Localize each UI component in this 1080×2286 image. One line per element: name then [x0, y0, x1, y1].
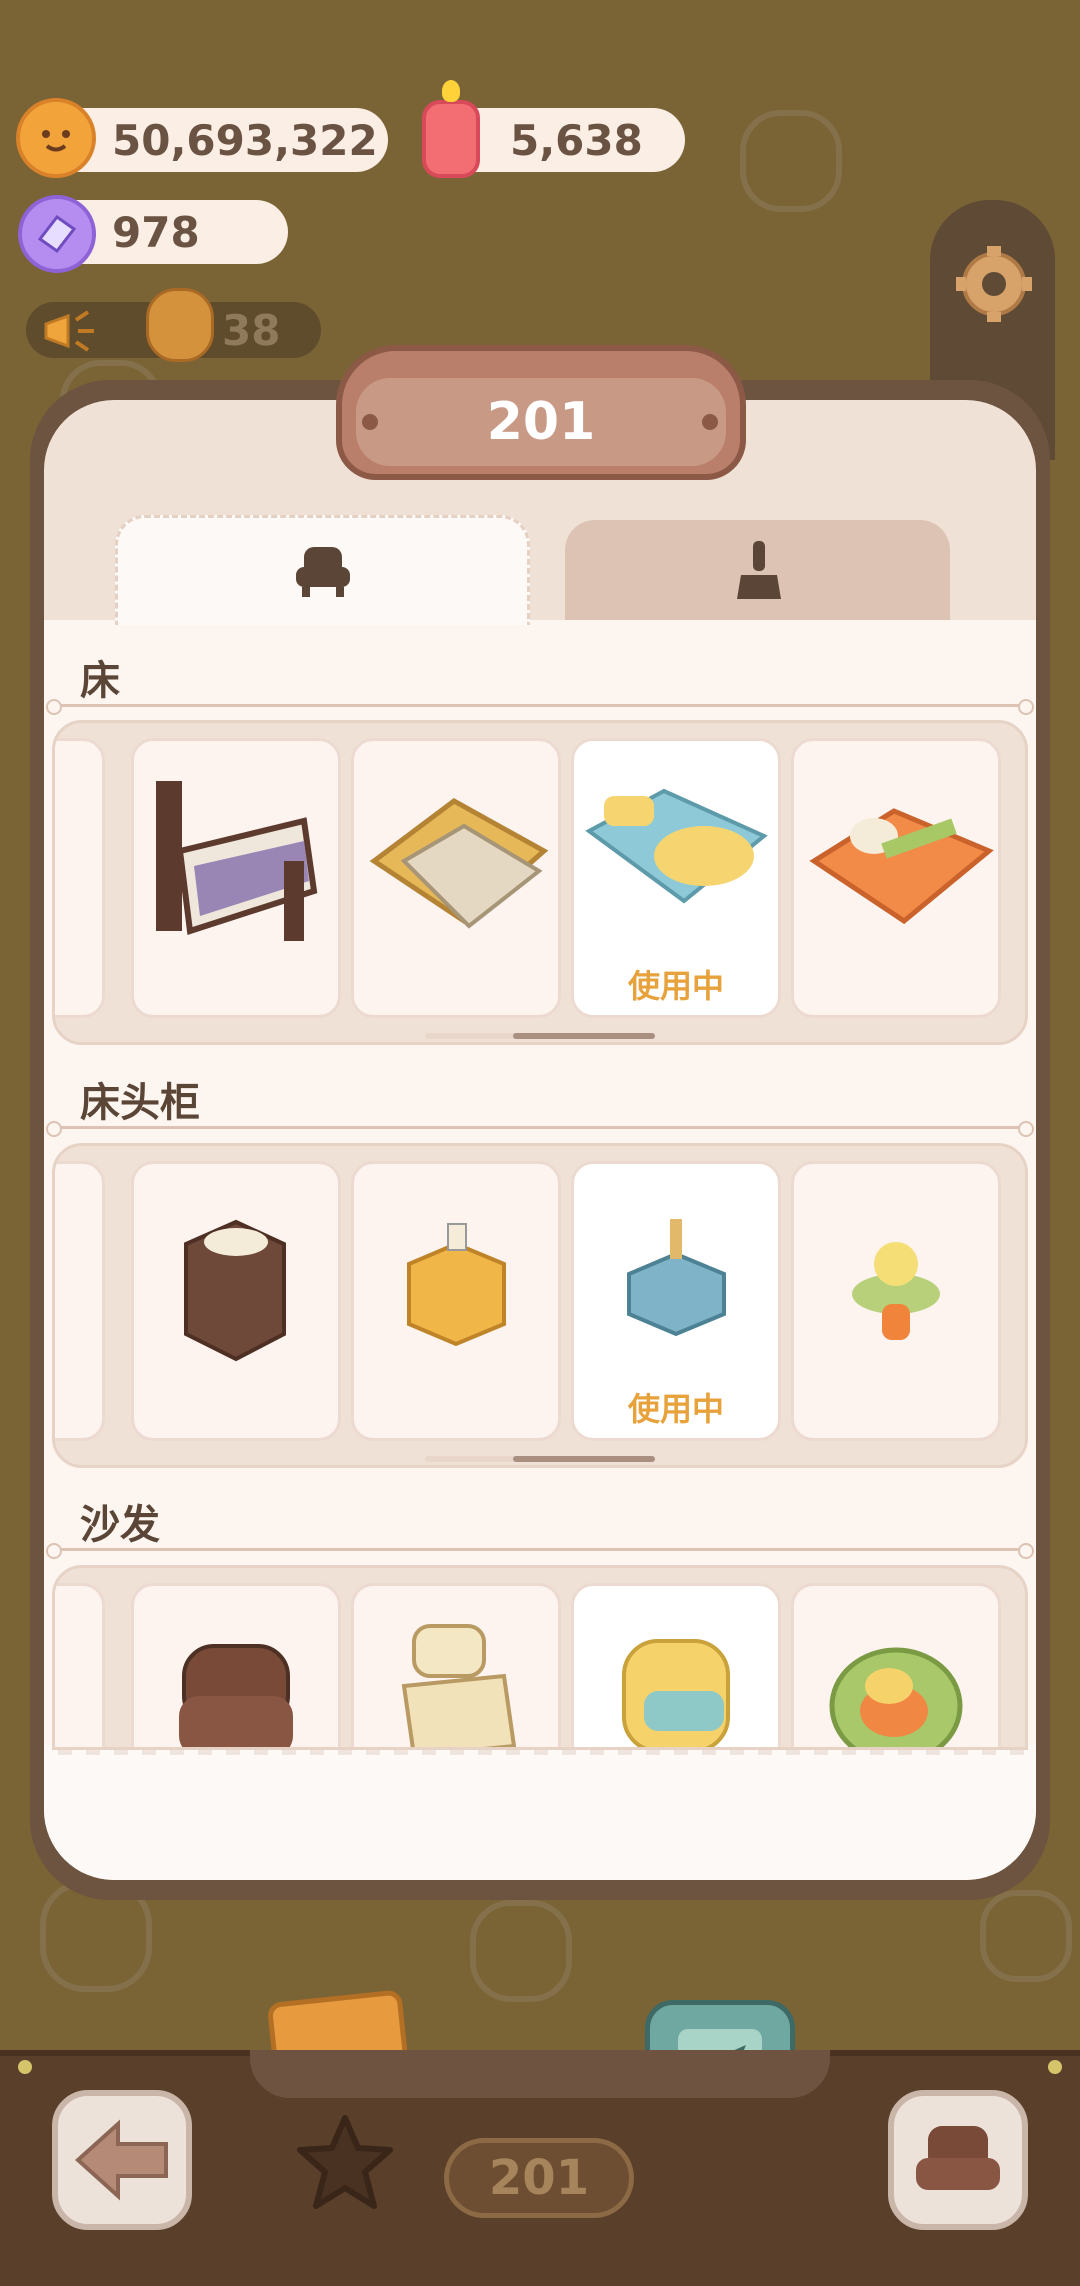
plaque-rivet: [702, 414, 718, 430]
sofa-yellow-icon: [622, 1639, 730, 1747]
in-use-label: 使用中: [627, 1390, 724, 1428]
section-title-nightstand: 床头柜: [80, 1080, 200, 1126]
bottom-bar-rivet: [18, 2060, 32, 2074]
item-slot[interactable]: [571, 1583, 781, 1747]
section-title-sofa: 沙发: [80, 1502, 160, 1548]
sofa-cream-icon: [401, 1624, 517, 1747]
item-row-sofa[interactable]: [52, 1565, 1028, 1750]
item-row-bed[interactable]: 使用中: [52, 720, 1028, 1045]
bed-dark-wood-icon: [156, 781, 318, 941]
notice-count: 38: [222, 306, 281, 355]
item-slot-in-use[interactable]: 使用中: [571, 1161, 781, 1441]
bed-blue-pillows-icon: [585, 788, 768, 904]
notice-bar[interactable]: 38: [26, 288, 321, 362]
bottom-bar-tray: [250, 2050, 830, 2098]
candle-count: 5,638: [510, 115, 643, 165]
armchair-icon: [295, 546, 350, 597]
background-doodle: [740, 110, 842, 212]
cookie-icon: [16, 98, 96, 178]
item-slot[interactable]: [55, 1161, 105, 1441]
cookie-count: 50,693,322: [112, 115, 378, 165]
room-panel-footer: [44, 1750, 1036, 1880]
item-slot[interactable]: [791, 738, 1001, 1018]
sofa-round-green-icon: [829, 1647, 963, 1747]
bottom-bar-rivet: [1048, 2060, 1062, 2074]
item-slot[interactable]: [791, 1583, 1001, 1747]
favorite-star-icon[interactable]: [290, 2110, 400, 2220]
nightstand-yellow-icon: [407, 1223, 506, 1347]
plaque-rivet: [362, 414, 378, 430]
section-divider: [46, 1543, 1034, 1559]
paintbrush-icon: [736, 541, 781, 599]
bed-orange-icon: [809, 808, 994, 925]
room-counter: 201: [444, 2138, 634, 2218]
megaphone-icon: [40, 306, 100, 356]
background-doodle: [980, 1890, 1072, 1982]
item-slot[interactable]: [791, 1161, 1001, 1441]
nightstand-dark-icon: [184, 1219, 286, 1362]
back-button[interactable]: [52, 2090, 192, 2230]
section-divider: [46, 1121, 1034, 1137]
nightstand-green-lamp-icon: [852, 1242, 940, 1340]
item-slot[interactable]: [351, 1161, 561, 1441]
sofa-icon: [916, 2126, 1000, 2190]
tab-furniture[interactable]: [115, 515, 530, 625]
sofa-leather-icon: [179, 1644, 293, 1747]
item-slot[interactable]: [55, 1583, 105, 1747]
candle-icon: [422, 80, 480, 178]
item-slot[interactable]: [351, 738, 561, 1018]
in-use-label: 使用中: [627, 967, 724, 1005]
gem-count: 978: [112, 207, 200, 257]
item-slot[interactable]: [131, 1583, 341, 1747]
gingerbread-icon: [146, 288, 214, 362]
item-slot[interactable]: [131, 738, 341, 1018]
room-number: 201: [356, 378, 726, 466]
item-slot[interactable]: [351, 1583, 561, 1747]
nightstand-blue-icon: [627, 1219, 726, 1337]
background-doodle: [470, 1900, 572, 2002]
item-slot[interactable]: [131, 1161, 341, 1441]
furniture-shop-button[interactable]: [888, 2090, 1028, 2230]
back-arrow-icon: [75, 2119, 168, 2201]
item-slot[interactable]: [55, 738, 105, 1018]
gem-icon: [18, 195, 96, 273]
section-title-bed: 床: [80, 658, 120, 704]
item-row-nightstand[interactable]: 使用中: [52, 1143, 1028, 1468]
gear-icon[interactable]: [950, 240, 1038, 328]
row-scrollbar[interactable]: [425, 1033, 655, 1039]
row-scrollbar[interactable]: [425, 1456, 655, 1462]
bed-cream-blanket-icon: [369, 798, 549, 929]
item-slot-in-use[interactable]: 使用中: [571, 738, 781, 1018]
tab-decor[interactable]: [565, 520, 950, 620]
section-divider: [46, 699, 1034, 715]
